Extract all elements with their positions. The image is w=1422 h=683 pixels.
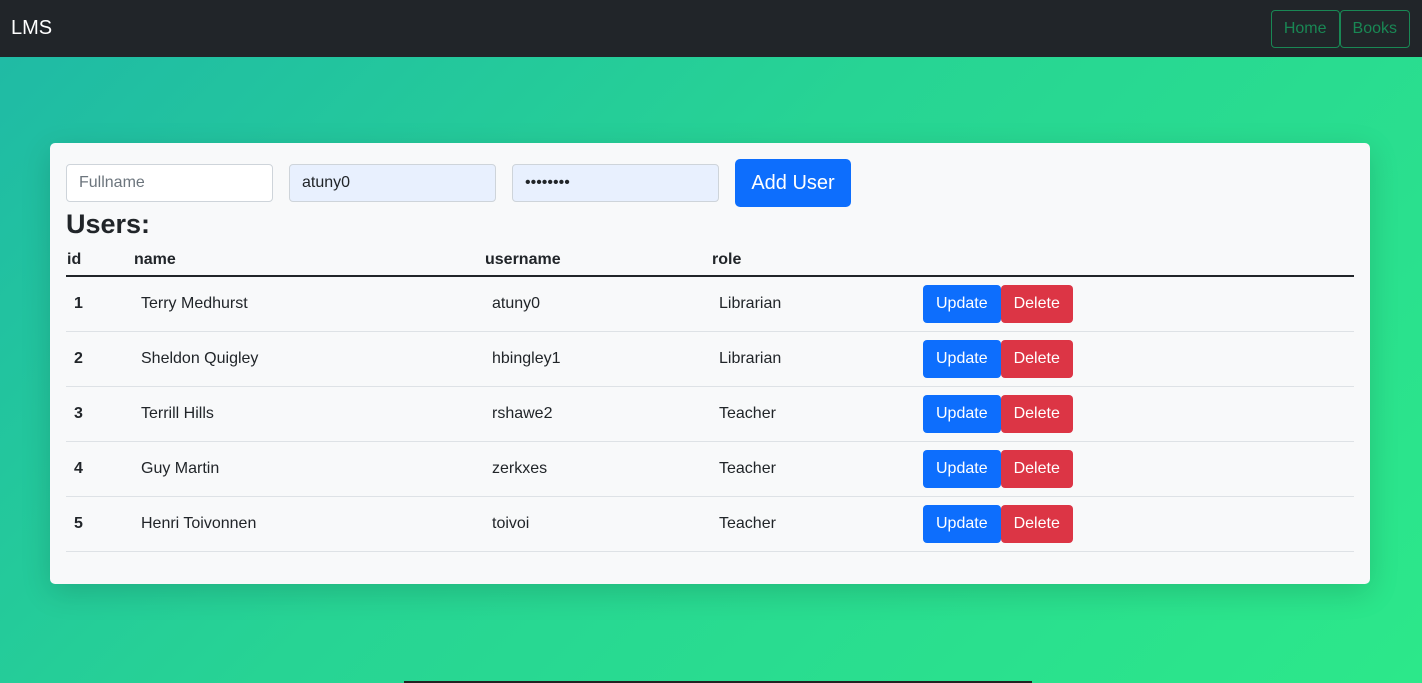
add-user-form: Fullname atuny0 •••••••• Add User bbox=[66, 159, 851, 207]
table-row: 2 Sheldon Quigley hbingley1 Librarian Up… bbox=[66, 331, 1354, 387]
column-header-name: name bbox=[133, 251, 484, 277]
page-title: Users: bbox=[66, 209, 151, 239]
home-button[interactable]: Home bbox=[1270, 9, 1340, 48]
add-user-button[interactable]: Add User bbox=[735, 159, 851, 207]
row-actions: Update Delete bbox=[915, 386, 1354, 442]
row-id: 5 bbox=[66, 496, 133, 552]
username-input[interactable]: atuny0 bbox=[289, 164, 496, 202]
row-name: Terrill Hills bbox=[133, 386, 484, 442]
users-table: id name username role 1 Terry Medhurst a… bbox=[66, 251, 1354, 552]
row-actions: Update Delete bbox=[915, 331, 1354, 387]
table-row: 3 Terrill Hills rshawe2 Teacher Update De… bbox=[66, 386, 1354, 442]
row-role: Librarian bbox=[711, 331, 915, 387]
delete-button[interactable]: Delete bbox=[1000, 449, 1073, 488]
row-role: Librarian bbox=[711, 276, 915, 332]
update-button[interactable]: Update bbox=[923, 504, 1001, 543]
row-actions: Update Delete bbox=[915, 441, 1354, 497]
row-username: zerkxes bbox=[484, 441, 711, 497]
table-body: 1 Terry Medhurst atuny0 Librarian Update… bbox=[66, 276, 1354, 552]
column-header-username: username bbox=[484, 251, 711, 277]
row-id: 4 bbox=[66, 441, 133, 497]
row-id: 2 bbox=[66, 331, 133, 387]
table-header: id name username role bbox=[66, 251, 1354, 277]
row-username: toivoi bbox=[484, 496, 711, 552]
brand-logo[interactable]: LMS bbox=[11, 17, 52, 40]
row-role: Teacher bbox=[711, 441, 915, 497]
row-username: rshawe2 bbox=[484, 386, 711, 442]
password-input[interactable]: •••••••• bbox=[512, 164, 719, 202]
row-actions: Update Delete bbox=[915, 496, 1354, 552]
delete-button[interactable]: Delete bbox=[1000, 284, 1073, 323]
row-id: 1 bbox=[66, 276, 133, 332]
update-button[interactable]: Update bbox=[923, 339, 1001, 378]
table-row: 1 Terry Medhurst atuny0 Librarian Update… bbox=[66, 276, 1354, 332]
delete-button[interactable]: Delete bbox=[1000, 394, 1073, 433]
update-button[interactable]: Update bbox=[923, 284, 1001, 323]
table-row: 5 Henri Toivonnen toivoi Teacher Update D… bbox=[66, 496, 1354, 552]
books-button[interactable]: Books bbox=[1339, 9, 1410, 48]
row-id: 3 bbox=[66, 386, 133, 442]
row-name: Guy Martin bbox=[133, 441, 484, 497]
navbar: LMS Home Books bbox=[0, 0, 1422, 57]
delete-button[interactable]: Delete bbox=[1000, 504, 1073, 543]
column-header-id: id bbox=[66, 251, 133, 277]
update-button[interactable]: Update bbox=[923, 394, 1001, 433]
row-name: Sheldon Quigley bbox=[133, 331, 484, 387]
row-role: Teacher bbox=[711, 386, 915, 442]
users-card: Fullname atuny0 •••••••• Add User Users:… bbox=[50, 143, 1370, 584]
row-name: Terry Medhurst bbox=[133, 276, 484, 332]
nav-buttons: Home Books bbox=[1270, 9, 1410, 48]
table-row: 4 Guy Martin zerkxes Teacher Update Delet… bbox=[66, 441, 1354, 497]
column-header-role: role bbox=[711, 251, 915, 277]
fullname-input[interactable]: Fullname bbox=[66, 164, 273, 202]
update-button[interactable]: Update bbox=[923, 449, 1001, 488]
row-name: Henri Toivonnen bbox=[133, 496, 484, 552]
row-actions: Update Delete bbox=[915, 276, 1354, 332]
row-username: atuny0 bbox=[484, 276, 711, 332]
delete-button[interactable]: Delete bbox=[1000, 339, 1073, 378]
row-role: Teacher bbox=[711, 496, 915, 552]
row-username: hbingley1 bbox=[484, 331, 711, 387]
column-header-actions bbox=[915, 251, 1354, 277]
